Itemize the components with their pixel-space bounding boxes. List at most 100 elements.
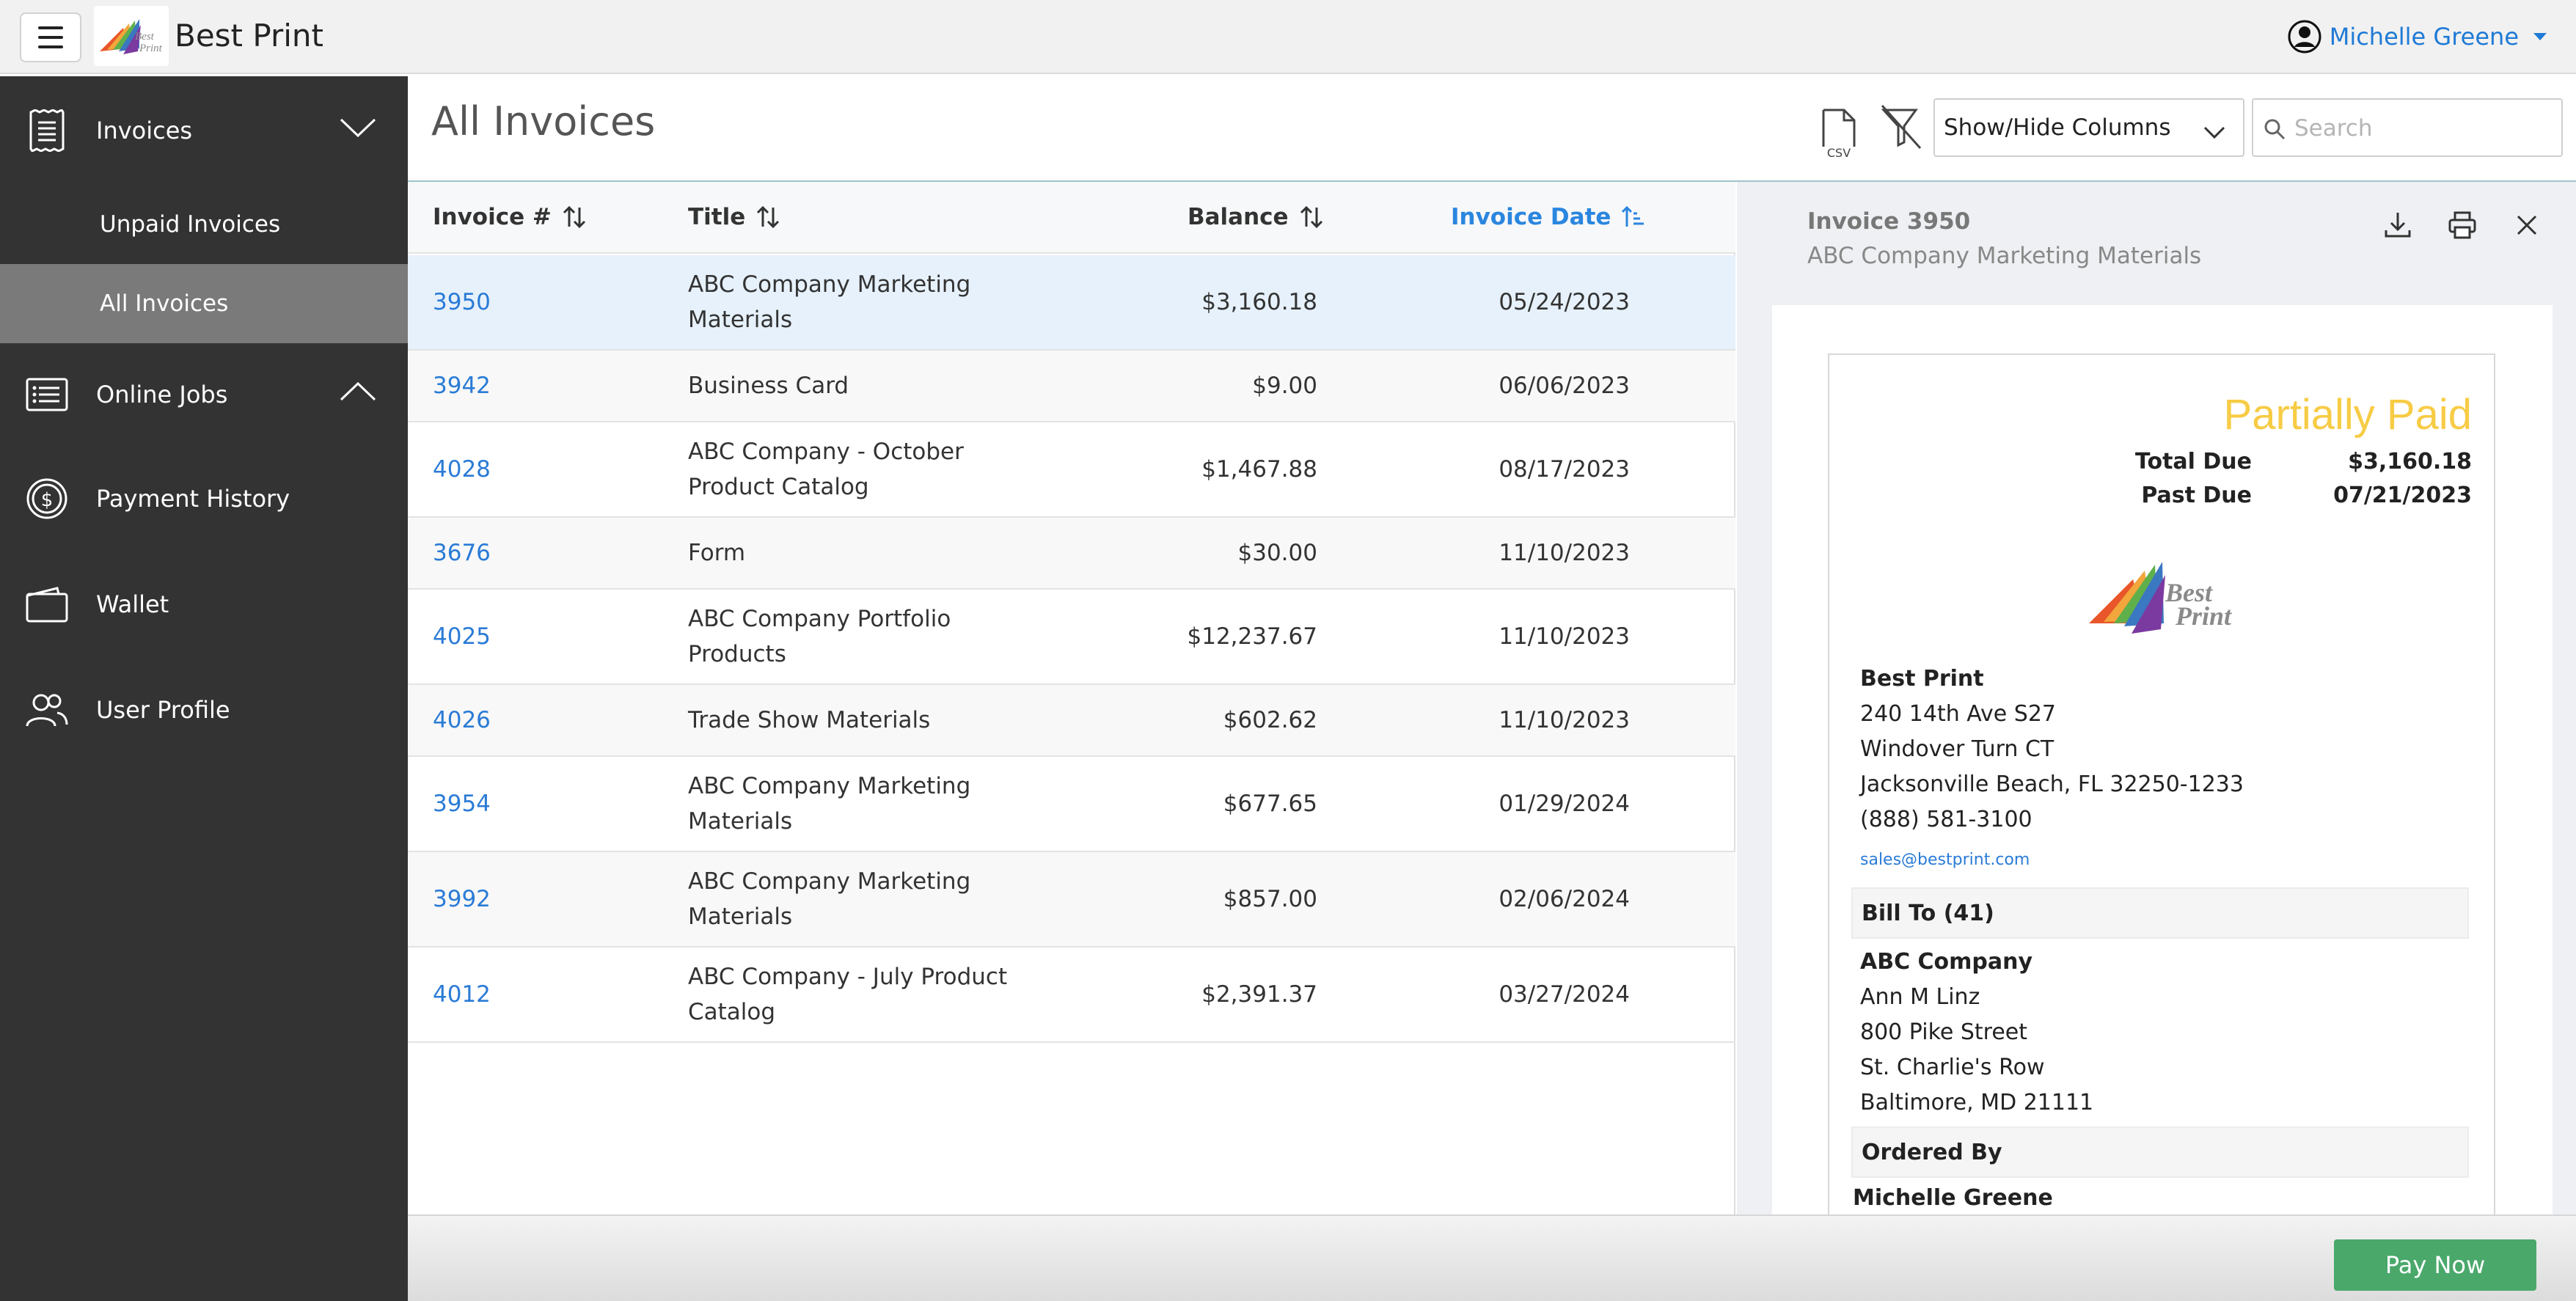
column-header-invoice[interactable]: Invoice # [433, 204, 587, 230]
column-header-title[interactable]: Title [688, 204, 780, 230]
brand-name: Best Print [175, 18, 323, 54]
sidebar-item-wallet[interactable]: Wallet [0, 551, 408, 657]
bill-to-company: ABC Company [1860, 949, 2033, 975]
invoice-preview: Partially Paid Total Due $3,160.18 Past … [1772, 305, 2553, 1234]
csv-export-button[interactable]: CSV [1818, 107, 1860, 160]
sidebar-item-label: Invoices [96, 117, 193, 144]
show-hide-columns-select[interactable]: Show/Hide Columns [1933, 98, 2244, 157]
sidebar-item-user-profile[interactable]: User Profile [0, 657, 408, 763]
chevron-down-icon [2533, 33, 2547, 40]
sidebar-item-all-invoices[interactable]: All Invoices [0, 264, 408, 343]
chevron-down-icon [2203, 119, 2225, 145]
brand-logo: Best Print [94, 6, 169, 66]
invoice-balance: $3,160.18 [1201, 289, 1317, 315]
footer-bar: Pay Now [408, 1214, 2576, 1301]
search-input[interactable] [2294, 110, 2551, 147]
ordered-by: Michelle Greene [1853, 1181, 2053, 1216]
print-icon[interactable] [2447, 210, 2478, 241]
invoice-date: 02/06/2024 [1499, 886, 1630, 912]
invoice-balance: $9.00 [1252, 373, 1317, 399]
seller-address-line: Jacksonville Beach, FL 32250-1233 [1860, 772, 2244, 797]
bill-to-address-line: 800 Pike Street [1860, 1019, 2028, 1045]
sort-icon [1300, 205, 1322, 229]
column-header-label: Balance [1188, 204, 1289, 230]
invoice-title: ABC Company Marketing Materials [688, 271, 971, 333]
column-header-label: Title [688, 204, 746, 230]
invoice-title: Business Card [688, 373, 849, 399]
csv-label: CSV [1827, 146, 1851, 160]
invoice-title: Trade Show Materials [688, 707, 931, 733]
table-row[interactable]: 4012 ABC Company - July Product Catalog $2… [408, 948, 1735, 1043]
table-row[interactable]: 4028 ABC Company - October Product Catalo… [408, 422, 1735, 518]
sidebar: Invoices Unpaid Invoices All Invoices On… [0, 76, 408, 1301]
invoice-date: 06/06/2023 [1499, 373, 1630, 399]
table-row[interactable]: 3942 Business Card $9.00 06/06/2023 [408, 351, 1735, 422]
past-due-value: 07/21/2023 [2333, 483, 2472, 508]
user-menu[interactable]: Michelle Greene [2287, 16, 2547, 57]
invoice-number-link[interactable]: 3954 [433, 757, 491, 851]
invoice-title: ABC Company - July Product Catalog [688, 964, 1008, 1025]
table-row[interactable]: 4026 Trade Show Materials $602.62 11/10/202… [408, 685, 1735, 757]
total-due-value: $3,160.18 [2348, 449, 2472, 474]
invoice-number-link[interactable]: 4025 [433, 590, 491, 684]
invoice-number-link[interactable]: 3676 [433, 518, 491, 588]
table-row[interactable]: 4025 ABC Company Portfolio Products $12,23… [408, 590, 1735, 685]
sidebar-item-payment-history[interactable]: $ Payment History [0, 446, 408, 551]
invoice-date: 11/10/2023 [1499, 623, 1630, 650]
svg-text:$: $ [41, 489, 54, 511]
table-row[interactable]: 3954 ABC Company Marketing Materials $677.… [408, 757, 1735, 852]
invoice-date: 11/10/2023 [1499, 707, 1630, 733]
svg-text:Best: Best [135, 31, 155, 43]
download-icon[interactable] [2382, 210, 2413, 241]
invoice-balance: $1,467.88 [1201, 456, 1317, 483]
invoice-balance: $12,237.67 [1187, 623, 1318, 650]
column-header-invoice-date[interactable]: Invoice Date [1451, 204, 1646, 230]
seller-email-link[interactable]: sales@bestprint.com [1860, 851, 2030, 869]
bill-to-contact: Ann M Linz [1860, 984, 1980, 1010]
detail-title: Invoice 3950 [1807, 208, 1971, 235]
sidebar-item-online-jobs[interactable]: Online Jobs [0, 343, 408, 446]
status-badge: Partially Paid [2223, 391, 2472, 439]
wallet-icon [25, 582, 69, 626]
seller-address-line: 240 14th Ave S27 [1860, 701, 2057, 727]
invoice-number-link[interactable]: 4028 [433, 422, 491, 516]
invoice-document: Partially Paid Total Due $3,160.18 Past … [1828, 353, 2495, 1234]
invoice-date: 03/27/2024 [1499, 981, 1630, 1008]
clear-filter-button[interactable] [1879, 103, 1925, 151]
invoice-number-link[interactable]: 3992 [433, 852, 491, 946]
table-row[interactable]: 3950 ABC Company Marketing Materials $3,16… [408, 255, 1735, 351]
sort-icon [563, 205, 585, 229]
column-header-balance[interactable]: Balance [1188, 204, 1324, 230]
invoice-detail-panel: Invoice 3950 ABC Company Marketing Mater… [1737, 182, 2576, 1234]
sidebar-item-label: Wallet [96, 590, 169, 618]
svg-text:Print: Print [2175, 601, 2232, 631]
users-icon [25, 688, 69, 732]
hamburger-icon[interactable] [20, 12, 81, 62]
column-header-label: Invoice Date [1451, 204, 1611, 230]
close-icon[interactable] [2511, 210, 2542, 241]
pay-now-button[interactable]: Pay Now [2334, 1239, 2536, 1291]
chevron-down-icon [339, 117, 377, 144]
search-field[interactable] [2252, 98, 2563, 157]
csv-file-icon: CSV [1822, 109, 1856, 160]
invoice-number-link[interactable]: 3942 [433, 351, 491, 421]
past-due-label: Past Due [2141, 483, 2252, 508]
invoice-date: 11/10/2023 [1499, 540, 1630, 566]
table-row[interactable]: 3676 Form $30.00 11/10/2023 [408, 518, 1735, 590]
invoice-title: Form [688, 540, 746, 566]
chevron-up-icon [339, 381, 377, 408]
invoice-balance: $30.00 [1237, 540, 1317, 566]
table-row[interactable]: 3992 ABC Company Marketing Materials $857.… [408, 852, 1735, 948]
invoice-title: ABC Company Marketing Materials [688, 868, 971, 930]
invoice-table: Invoice # Title Balance Invoice Date 395… [408, 182, 1735, 1214]
column-header-label: Invoice # [433, 204, 552, 230]
sidebar-item-label: Online Jobs [96, 381, 228, 408]
sidebar-item-label: Payment History [96, 485, 290, 513]
sidebar-item-unpaid-invoices[interactable]: Unpaid Invoices [0, 185, 408, 264]
invoice-number-link[interactable]: 4026 [433, 685, 491, 755]
invoice-number-link[interactable]: 4012 [433, 948, 491, 1041]
sidebar-item-invoices[interactable]: Invoices [0, 76, 408, 185]
table-header: Invoice # Title Balance Invoice Date [408, 182, 1735, 254]
invoice-number-link[interactable]: 3950 [433, 255, 491, 349]
ordered-by-name: Michelle Greene [1853, 1185, 2053, 1211]
